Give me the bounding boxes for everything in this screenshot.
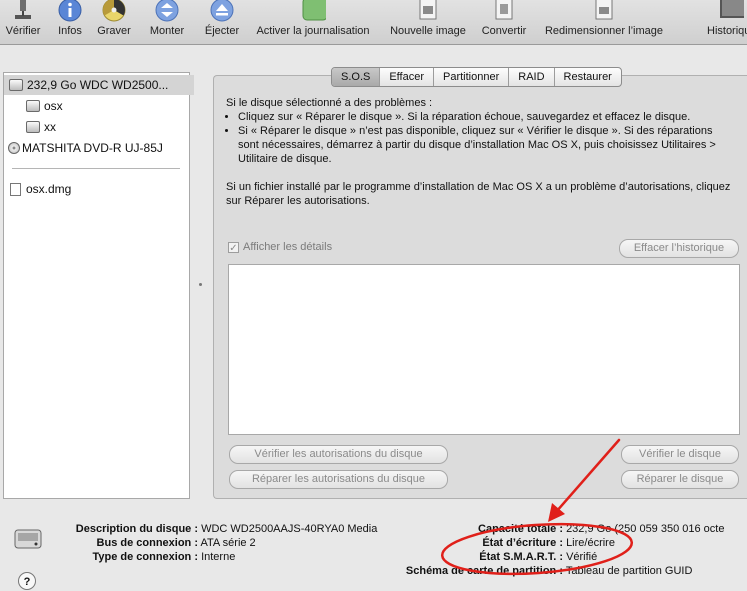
new-image-icon xyxy=(415,0,441,22)
resize-image-icon xyxy=(591,0,617,22)
bus-row: Bus de connexion : ATA série 2 xyxy=(30,537,256,549)
write-state-row: État d’écriture : Lire/écrire xyxy=(380,537,615,549)
sidebar-item-dvd[interactable]: MATSHITA DVD-R UJ-85J xyxy=(4,138,193,158)
tab-partition[interactable]: Partitionner xyxy=(434,68,510,86)
convert-icon xyxy=(491,0,517,22)
burn-icon xyxy=(101,0,127,22)
connection-type-value: Interne xyxy=(201,551,236,563)
sidebar: 232,9 Go WDC WD2500... osx xx MATSHITA D… xyxy=(3,72,194,499)
info-icon xyxy=(57,0,83,22)
journal-icon xyxy=(300,0,326,22)
smart-state-row: État S.M.A.R.T. : Vérifié xyxy=(380,551,597,563)
capacity-key: Capacité totale : xyxy=(478,523,563,535)
toolbar-eject-label: Éjecter xyxy=(204,25,240,37)
partition-scheme-key: Schéma de carte de partition : xyxy=(405,565,563,577)
toolbar-resize-image-label: Redimensionner l’image xyxy=(544,25,663,37)
toolbar-convert-label: Convertir xyxy=(481,25,527,37)
sidebar-item-disk[interactable]: 232,9 Go WDC WD2500... xyxy=(4,75,194,95)
verify-disk-button[interactable]: Vérifier le disque xyxy=(621,445,739,464)
toolbar-verify[interactable]: Vérifier xyxy=(2,0,44,44)
toolbar-info-label: Infos xyxy=(58,25,82,37)
sidebar-item-label: osx xyxy=(44,99,63,113)
smart-state-value: Vérifié xyxy=(566,551,598,563)
toolbar-mount-label: Monter xyxy=(149,25,185,37)
sos-intro-text: Si le disque sélectionné a des problèmes… xyxy=(226,97,433,109)
toolbar-log-label: Historique xyxy=(707,25,747,37)
toolbar-journaling[interactable]: Activer la journalisation xyxy=(249,0,377,44)
tab-raid[interactable]: RAID xyxy=(509,68,555,86)
write-state-key: État d’écriture : xyxy=(482,537,563,549)
disk-image-icon xyxy=(10,182,21,196)
toolbar-eject[interactable]: Éjecter xyxy=(202,0,242,44)
sidebar-item-xx[interactable]: xx xyxy=(4,117,211,137)
disk-description-row: Description du disque : WDC WD2500AAJS-4… xyxy=(30,523,378,535)
toolbar-new-image[interactable]: Nouvelle image xyxy=(386,0,470,44)
capacity-row: Capacité totale : 232,9 Go (250 059 350 … xyxy=(380,523,724,535)
show-details-checkbox[interactable]: ✓ Afficher les détails xyxy=(228,241,333,254)
clear-history-button[interactable]: Effacer l’historique xyxy=(619,239,739,258)
connection-type-row: Type de connexion : Interne xyxy=(30,551,235,563)
sidebar-item-label: 232,9 Go WDC WD2500... xyxy=(27,78,169,92)
toolbar-new-image-label: Nouvelle image xyxy=(390,25,466,37)
splitter-handle[interactable] xyxy=(199,283,202,286)
volume-icon xyxy=(26,100,40,112)
partition-scheme-row: Schéma de carte de partition : Tableau d… xyxy=(380,565,693,577)
smart-state-key: État S.M.A.R.T. : xyxy=(479,551,563,563)
sidebar-item-dmg[interactable]: osx.dmg xyxy=(4,179,195,199)
sidebar-divider xyxy=(12,168,180,169)
sos-bullet: Si « Réparer le disque » n’est pas dispo… xyxy=(238,124,731,166)
toolbar-mount[interactable]: Monter xyxy=(146,0,188,44)
bus-key: Bus de connexion : xyxy=(96,537,198,549)
verify-permissions-button[interactable]: Vérifier les autorisations du disque xyxy=(229,445,448,464)
toolbar-verify-label: Vérifier xyxy=(5,25,41,37)
connection-type-key: Type de connexion : xyxy=(92,551,198,563)
sidebar-item-label: MATSHITA DVD-R UJ-85J xyxy=(22,141,163,155)
tab-erase[interactable]: Effacer xyxy=(380,68,434,86)
tab-sos[interactable]: S.O.S xyxy=(332,68,381,86)
hard-disk-icon xyxy=(9,79,23,91)
toolbar-burn[interactable]: Graver xyxy=(94,0,134,44)
optical-disc-icon xyxy=(8,142,20,154)
toolbar: Vérifier Infos Graver Monter Éjecter Act… xyxy=(0,0,747,45)
log-icon xyxy=(718,0,744,22)
show-details-label: Afficher les détails xyxy=(243,241,333,253)
sos-permissions-text: Si un fichier installé par le programme … xyxy=(226,181,731,207)
sos-instructions: Si le disque sélectionné a des problèmes… xyxy=(226,96,731,208)
mount-icon xyxy=(154,0,180,22)
volume-icon xyxy=(26,121,40,133)
microscope-icon xyxy=(10,0,36,22)
checkmark-icon: ✓ xyxy=(228,241,239,254)
sos-bullet: Cliquez sur « Réparer le disque ». Si la… xyxy=(238,110,731,124)
partition-scheme-value: Tableau de partition GUID xyxy=(565,565,693,577)
sidebar-item-label: xx xyxy=(44,120,56,134)
sidebar-item-label: osx.dmg xyxy=(26,182,72,196)
help-button[interactable]: ? xyxy=(18,572,36,590)
details-log[interactable] xyxy=(228,264,740,435)
repair-disk-button[interactable]: Réparer le disque xyxy=(621,470,739,489)
repair-permissions-button[interactable]: Réparer les autorisations du disque xyxy=(229,470,448,489)
bus-value: ATA série 2 xyxy=(200,537,256,549)
tab-restore[interactable]: Restaurer xyxy=(555,68,621,86)
disk-description-value: WDC WD2500AAJS-40RYA0 Media xyxy=(201,523,378,535)
eject-icon xyxy=(209,0,235,22)
toolbar-log[interactable]: Historique xyxy=(704,0,747,44)
tab-bar: S.O.S Effacer Partitionner RAID Restaure… xyxy=(331,67,622,87)
toolbar-convert[interactable]: Convertir xyxy=(477,0,531,44)
toolbar-burn-label: Graver xyxy=(97,25,131,37)
toolbar-resize-image[interactable]: Redimensionner l’image xyxy=(538,0,670,44)
sidebar-item-osx[interactable]: osx xyxy=(4,96,211,116)
disk-description-key: Description du disque : xyxy=(75,523,198,535)
toolbar-journaling-label: Activer la journalisation xyxy=(256,25,370,37)
toolbar-info[interactable]: Infos xyxy=(52,0,88,44)
capacity-value: 232,9 Go (250 059 350 016 octe xyxy=(566,523,725,535)
write-state-value: Lire/écrire xyxy=(566,537,615,549)
